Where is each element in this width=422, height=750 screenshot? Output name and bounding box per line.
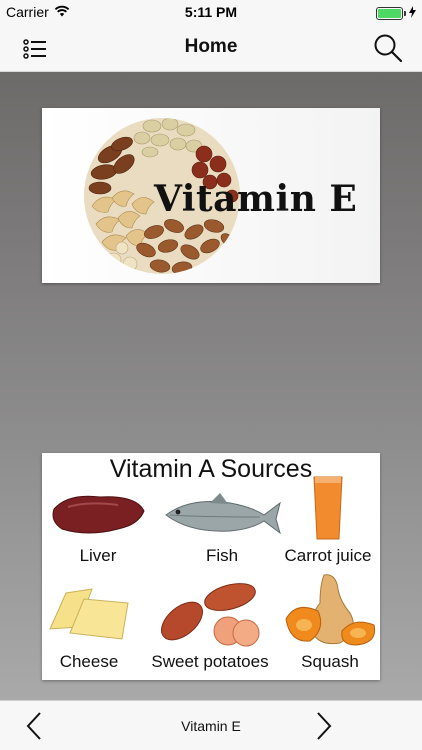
search-icon (374, 34, 403, 63)
charging-bolt-icon (409, 5, 416, 21)
status-bar: Carrier 5:11 PM (0, 0, 422, 26)
navigation-bar: Home (0, 26, 422, 72)
sweet-potatoes-image (161, 583, 260, 647)
content-area: Vitamin E Vitamin A Sources Liver Fish C… (0, 72, 422, 700)
food-label-sweet-potatoes: Sweet potatoes (151, 652, 269, 671)
vitamin-a-card[interactable]: Vitamin A Sources Liver Fish Carrot juic… (42, 453, 380, 680)
food-label-cheese: Cheese (59, 652, 119, 671)
food-item-cheese: Cheese (44, 585, 134, 672)
food-label-fish: Fish (205, 546, 239, 565)
food-item-squash: Squash (280, 571, 380, 672)
search-button[interactable] (372, 32, 404, 64)
food-item-liver: Liver (48, 491, 148, 566)
battery-tip (404, 10, 406, 16)
cheese-image (49, 588, 129, 640)
food-label-liver: Liver (79, 546, 117, 565)
battery-icon (376, 6, 406, 20)
vitamin-e-title: Vitamin E (154, 178, 358, 220)
page-title: Home (184, 36, 238, 57)
vitamin-e-card[interactable]: Vitamin E (42, 108, 380, 283)
bottom-toolbar: Vitamin E (0, 700, 422, 750)
food-label-squash: Squash (301, 652, 359, 671)
food-item-carrot-juice: Carrot juice (278, 475, 378, 566)
fish-image (165, 493, 281, 535)
current-topic-label: Vitamin E (181, 718, 241, 734)
food-item-sweet-potatoes: Sweet potatoes (148, 579, 272, 672)
food-label-carrot-juice: Carrot juice (284, 546, 372, 565)
battery-level-fill (378, 8, 401, 18)
status-time: 5:11 PM (184, 4, 238, 20)
status-right (376, 5, 416, 21)
food-item-fish: Fish (160, 491, 284, 566)
chevron-right-icon (317, 712, 332, 740)
next-button[interactable] (312, 711, 336, 741)
carrot-juice-image (313, 476, 343, 540)
squash-image (285, 574, 376, 646)
liver-image (52, 495, 145, 534)
